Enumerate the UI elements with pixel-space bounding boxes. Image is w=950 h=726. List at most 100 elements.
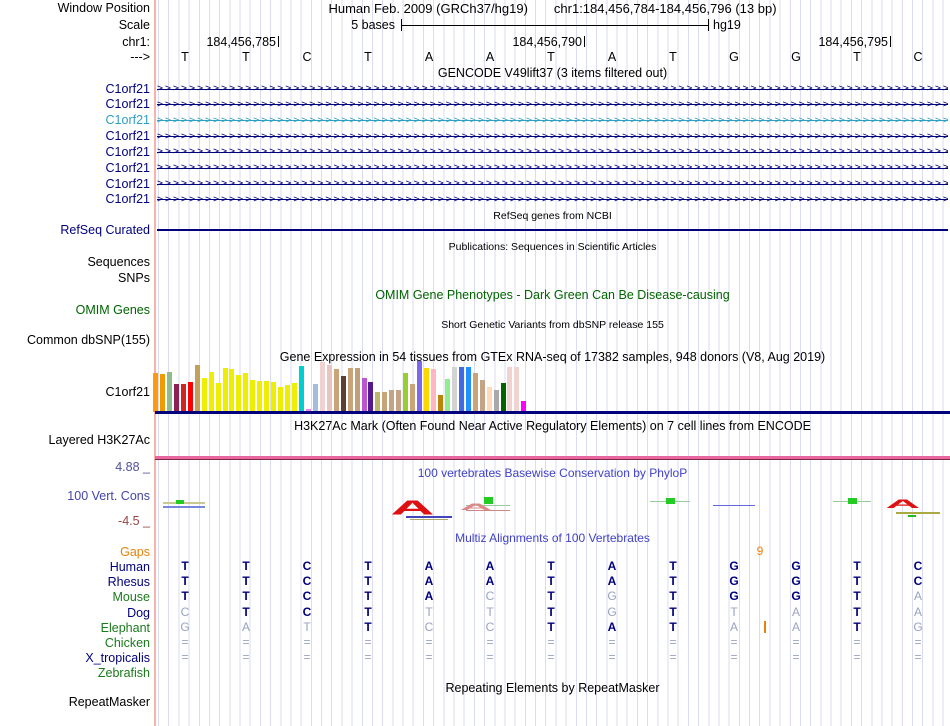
gtex-tissue-bar[interactable]	[417, 361, 423, 412]
gtex-tissue-bar[interactable]	[500, 383, 506, 412]
gtex-tissue-bar[interactable]	[375, 392, 381, 412]
species-row-label[interactable]: X_tropicalis	[0, 651, 150, 665]
gtex-tissue-bar[interactable]	[458, 367, 464, 412]
species-row-label[interactable]: Rhesus	[0, 575, 150, 589]
gtex-tissue-bar[interactable]	[479, 380, 485, 412]
gtex-tissue-bar[interactable]	[180, 384, 186, 412]
gtex-tissue-bar[interactable]	[437, 395, 443, 412]
gtex-tissue-bar[interactable]	[431, 369, 436, 412]
conservation-mark	[896, 512, 940, 514]
gene-direction-arrows[interactable]: >>>>>>>>>>>>>>>>>>>>>>>>>>>>>>>>>>>>>>>>…	[157, 194, 948, 205]
repeatmasker-track-label[interactable]: RepeatMasker	[0, 695, 150, 709]
common-dbsnp-track-label[interactable]: Common dbSNP(155)	[0, 333, 150, 347]
gene-direction-arrows[interactable]: >>>>>>>>>>>>>>>>>>>>>>>>>>>>>>>>>>>>>>>>…	[157, 83, 948, 94]
gtex-tissue-bar[interactable]	[424, 368, 430, 412]
refseq-gene-line[interactable]	[157, 229, 948, 231]
gtex-tissue-bar[interactable]	[319, 362, 325, 412]
gtex-tissue-bar[interactable]	[451, 367, 457, 412]
gtex-tissue-bar[interactable]	[486, 387, 492, 412]
gtex-tissue-bar[interactable]	[166, 372, 172, 412]
gtex-tissue-bar[interactable]	[173, 384, 179, 412]
gene-row-label[interactable]: C1orf21	[0, 177, 150, 191]
gtex-tissue-bar[interactable]	[243, 373, 249, 412]
gene-direction-arrows[interactable]: >>>>>>>>>>>>>>>>>>>>>>>>>>>>>>>>>>>>>>>>…	[157, 99, 948, 110]
gtex-tissue-bar[interactable]	[347, 368, 353, 412]
gtex-tissue-bar[interactable]	[354, 368, 360, 412]
aligned-base: A	[485, 574, 495, 589]
gene-direction-arrows[interactable]: >>>>>>>>>>>>>>>>>>>>>>>>>>>>>>>>>>>>>>>>…	[157, 115, 948, 126]
gtex-tissue-bar[interactable]	[403, 373, 409, 412]
h3k27ac-track-label[interactable]: Layered H3K27Ac	[0, 433, 150, 447]
snps-track-label[interactable]: SNPs	[0, 271, 150, 285]
gtex-tissue-bar[interactable]	[312, 384, 318, 412]
gtex-tissue-bar[interactable]	[326, 365, 332, 412]
omim-genes-track-label[interactable]: OMIM Genes	[0, 303, 150, 317]
aligned-base: T	[669, 559, 677, 573]
conservation-base-logo: A	[885, 498, 921, 511]
gtex-tissue-bar[interactable]	[159, 374, 165, 412]
aligned-base: C	[302, 589, 312, 604]
species-row-label[interactable]: Chicken	[0, 636, 150, 650]
gtex-tissue-bar[interactable]	[153, 373, 158, 412]
species-row-label[interactable]: Mouse	[0, 590, 150, 604]
species-row-label[interactable]: Human	[0, 560, 150, 574]
gtex-tissue-bar[interactable]	[236, 375, 242, 412]
gtex-tissue-bar[interactable]	[333, 369, 339, 412]
gene-row-label[interactable]: C1orf21	[0, 145, 150, 159]
gtex-tissue-bar[interactable]	[264, 381, 270, 412]
aligned-base: T	[181, 589, 189, 604]
gtex-gene-label[interactable]: C1orf21	[0, 385, 150, 399]
sequences-track-label[interactable]: Sequences	[0, 255, 150, 269]
gtex-tissue-bar[interactable]	[514, 367, 520, 412]
gtex-tissue-bar[interactable]	[215, 383, 221, 412]
gtex-tissue-bar[interactable]	[396, 390, 402, 412]
gtex-tissue-bar[interactable]	[382, 392, 388, 412]
gtex-tissue-bar[interactable]	[201, 378, 207, 412]
gene-row-label[interactable]: C1orf21	[0, 161, 150, 175]
gtex-tissue-bar[interactable]	[507, 367, 513, 412]
gtex-tissue-bar[interactable]	[222, 368, 228, 412]
gtex-tissue-bar[interactable]	[187, 382, 193, 412]
gtex-tissue-bar[interactable]	[368, 382, 374, 412]
gene-direction-arrows[interactable]: >>>>>>>>>>>>>>>>>>>>>>>>>>>>>>>>>>>>>>>>…	[157, 146, 948, 157]
gtex-tissue-bar[interactable]	[271, 382, 277, 412]
gtex-tissue-bar[interactable]	[389, 390, 395, 412]
gtex-tissue-bar[interactable]	[493, 390, 499, 412]
gene-row-label[interactable]: C1orf21	[0, 129, 150, 143]
gtex-tissue-bar[interactable]	[298, 366, 304, 412]
gene-row-label[interactable]: C1orf21	[0, 97, 150, 111]
gene-row-label[interactable]: C1orf21	[0, 82, 150, 96]
gtex-tissue-bar[interactable]	[229, 369, 235, 412]
species-row-label[interactable]: Elephant	[0, 621, 150, 635]
species-row-label[interactable]: Zebrafish	[0, 666, 150, 680]
phylop-track-label[interactable]: 100 Vert. Cons	[0, 489, 150, 503]
gene-row-label[interactable]: C1orf21	[0, 113, 150, 127]
gtex-tissue-bar[interactable]	[465, 367, 471, 412]
gtex-tissue-bar[interactable]	[292, 383, 297, 412]
gene-direction-arrows[interactable]: >>>>>>>>>>>>>>>>>>>>>>>>>>>>>>>>>>>>>>>>…	[157, 162, 948, 173]
refseq-curated-track-label[interactable]: RefSeq Curated	[0, 223, 150, 237]
gtex-tissue-bar[interactable]	[444, 379, 450, 412]
gaps-row-label[interactable]: Gaps	[0, 545, 150, 559]
gene-row-label[interactable]: C1orf21	[0, 192, 150, 206]
conservation-mark	[406, 516, 452, 518]
gtex-expression-barchart[interactable]	[153, 361, 533, 412]
gtex-tissue-bar[interactable]	[285, 385, 291, 412]
gtex-tissue-bar[interactable]	[194, 365, 200, 412]
gene-direction-arrows[interactable]: >>>>>>>>>>>>>>>>>>>>>>>>>>>>>>>>>>>>>>>>…	[157, 178, 948, 189]
aligned-base: A	[424, 574, 434, 589]
species-row-label[interactable]: Dog	[0, 606, 150, 620]
aligned-base: A	[424, 559, 434, 573]
gtex-tissue-bar[interactable]	[278, 387, 284, 412]
gene-direction-arrows[interactable]: >>>>>>>>>>>>>>>>>>>>>>>>>>>>>>>>>>>>>>>>…	[157, 131, 948, 142]
gtex-tissue-bar[interactable]	[257, 381, 263, 412]
gtex-tissue-bar[interactable]	[208, 372, 214, 412]
aligned-base: T	[547, 619, 555, 634]
aligned-base: G	[729, 574, 739, 589]
gtex-tissue-bar[interactable]	[361, 378, 367, 412]
gtex-tissue-bar[interactable]	[340, 376, 346, 412]
gtex-tissue-bar[interactable]	[250, 380, 256, 412]
gtex-tissue-bar[interactable]	[410, 384, 416, 412]
gtex-tissue-bar[interactable]	[472, 373, 478, 412]
strand-direction-label: --->	[130, 50, 150, 64]
